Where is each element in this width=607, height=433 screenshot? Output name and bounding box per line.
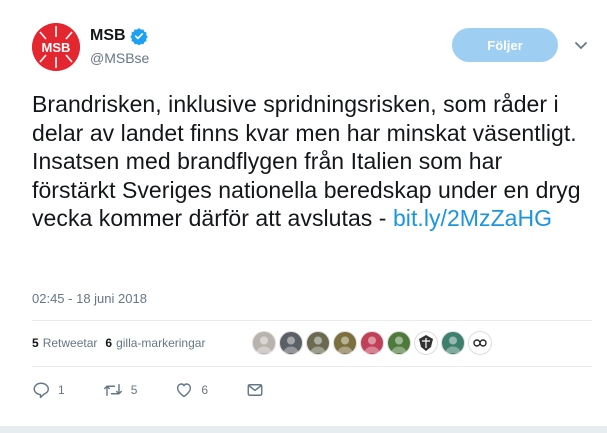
infinity-icon[interactable] <box>468 331 492 355</box>
liker-avatar[interactable] <box>360 331 384 355</box>
tweet-card: MSB MSB @MSBse Följer Brandrisken, inklu… <box>0 0 607 433</box>
reply-button[interactable]: 1 <box>32 381 65 399</box>
liker-avatar[interactable] <box>333 331 357 355</box>
msb-logo-icon: MSB <box>32 23 80 71</box>
timestamp[interactable]: 02:45 - 18 juni 2018 <box>32 291 147 306</box>
following-button[interactable]: Följer <box>452 28 558 62</box>
liker-avatars <box>252 331 492 355</box>
envelope-icon <box>247 384 263 396</box>
reply-count: 1 <box>58 383 65 397</box>
tweet-text: Brandrisken, inklusive spridningsrisken,… <box>32 90 592 233</box>
verified-badge-icon <box>129 28 148 45</box>
handle[interactable]: @MSBse <box>90 50 149 66</box>
account-info: MSB @MSBse <box>90 27 149 66</box>
retweet-icon <box>103 384 122 396</box>
tweet-link[interactable]: bit.ly/2MzZaHG <box>393 205 552 231</box>
chevron-down-icon[interactable] <box>574 40 588 52</box>
engagement-stats: 5 Retweetar 6 gilla-markeringar <box>32 336 205 350</box>
retweet-count: 5 <box>130 383 138 397</box>
crest-icon[interactable] <box>414 331 438 355</box>
display-name[interactable]: MSB <box>90 27 126 45</box>
retweets-label: Retweetar <box>42 336 98 350</box>
liker-avatar[interactable] <box>306 331 330 355</box>
liker-avatar[interactable] <box>441 331 465 355</box>
tweet-actions: 1 5 6 <box>32 381 302 399</box>
retweets-count: 5 <box>32 336 39 350</box>
likes-count: 6 <box>105 336 113 350</box>
retweets-stat[interactable]: 5 Retweetar <box>32 336 97 350</box>
bottom-bar <box>0 426 607 433</box>
divider <box>32 320 592 321</box>
divider <box>32 366 592 367</box>
liker-avatar[interactable] <box>387 331 411 355</box>
reply-icon <box>33 382 49 399</box>
liker-avatar[interactable] <box>279 331 303 355</box>
like-count: 6 <box>201 383 209 397</box>
heart-icon <box>177 383 192 398</box>
retweet-button[interactable]: 5 <box>103 381 138 399</box>
likes-label: gilla-markeringar <box>116 336 206 350</box>
likes-stat[interactable]: 6 gilla-markeringar <box>105 336 205 350</box>
logo-text: MSB <box>42 40 71 55</box>
like-button[interactable]: 6 <box>175 381 208 399</box>
liker-avatar[interactable] <box>252 331 276 355</box>
avatar[interactable]: MSB <box>32 23 80 71</box>
direct-message-button[interactable] <box>246 381 264 399</box>
